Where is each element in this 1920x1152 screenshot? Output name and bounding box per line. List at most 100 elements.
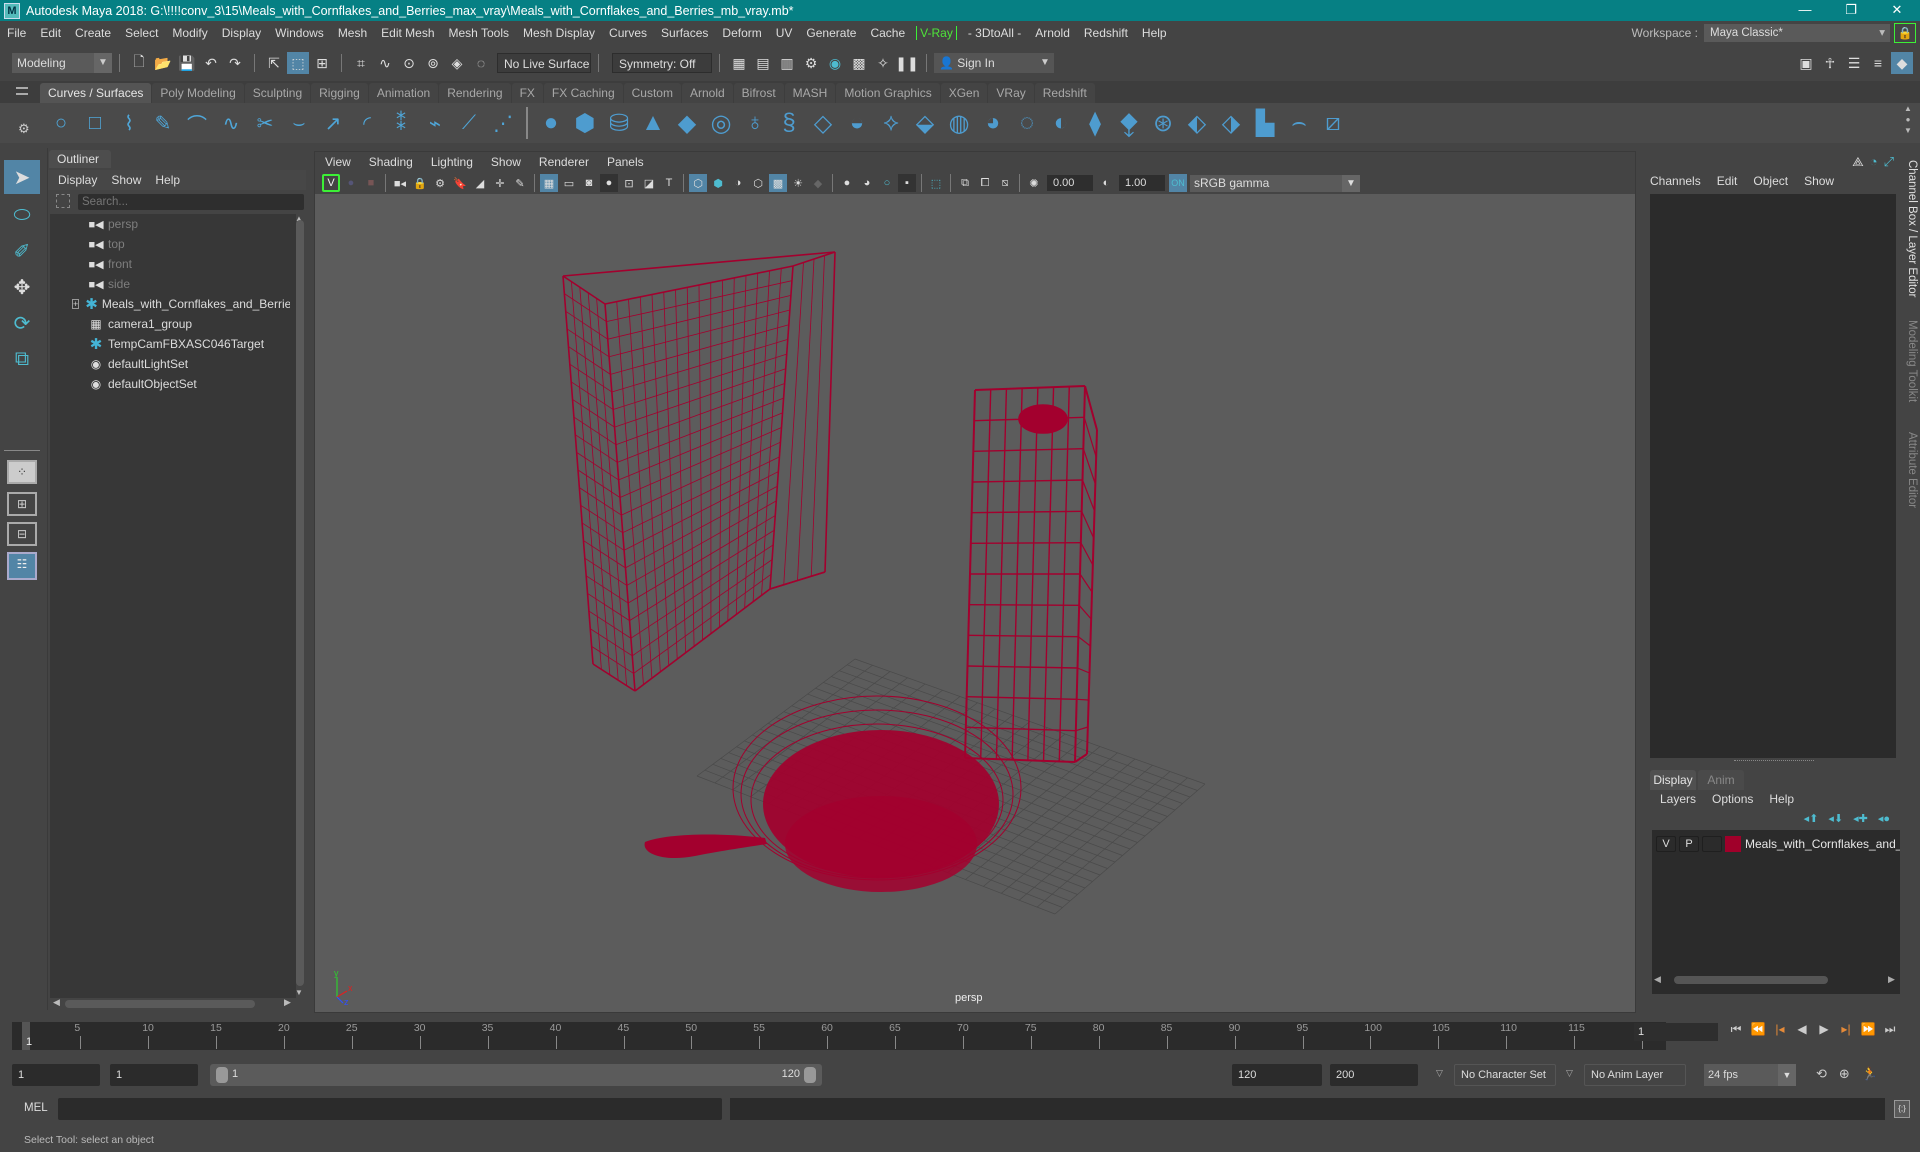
scroll-right-icon[interactable]: ▶ [284,997,291,1008]
minimize-button[interactable]: — [1782,0,1828,21]
nurbs-cube-icon[interactable]: ⬢ [569,107,601,139]
shelf-scroll[interactable]: ▲ ● ▼ [1902,103,1914,139]
menu-3dtoall[interactable]: - 3DtoAll - [961,26,1028,40]
layers-menu[interactable]: Layers [1660,792,1696,806]
attribute-editor-icon[interactable]: ☰ [1843,52,1865,74]
gate-mask-icon[interactable]: ● [600,174,618,192]
playback-end-field[interactable]: 120 [1232,1064,1322,1086]
menu-mesh[interactable]: Mesh [331,26,374,40]
open-scene-icon[interactable]: 📂 [152,52,174,74]
boolean-intersect-icon[interactable]: ⊛ [1147,107,1179,139]
rotate-tool-icon[interactable]: ⟳ [4,306,40,340]
snap-surface-icon[interactable]: ◈ [446,52,468,74]
maximize-button[interactable]: ❐ [1828,0,1874,21]
create-empty-layer-icon[interactable]: ◂✚ [1853,812,1868,825]
vray-stop-icon[interactable]: ■ [362,174,380,192]
loft-icon[interactable]: § [773,107,805,139]
modeling-toolkit-icon[interactable]: ▣ [1795,52,1817,74]
layer-help-menu[interactable]: Help [1769,792,1794,806]
wireframe-on-shaded-icon[interactable]: ⬡ [749,174,767,192]
save-scene-icon[interactable]: 💾 [176,52,198,74]
viewport-menu-panels[interactable]: Panels [607,155,644,169]
layer-horizontal-scrollbar[interactable] [1674,976,1828,984]
layer-tab-anim[interactable]: Anim [1698,770,1744,790]
hyperbolic-icon[interactable]: ⤢ [1884,154,1894,170]
outliner-item[interactable]: ✱ TempCamFBXASC046Target [50,334,290,354]
layer-name[interactable]: Meals_with_Cornflakes_and_Berries [1745,837,1920,851]
menu-edit-mesh[interactable]: Edit Mesh [374,26,441,40]
step-back-frame-icon[interactable]: |◂ [1770,1022,1790,1037]
nurbs-sphere-icon[interactable]: ● [535,107,567,139]
bookmark-icon[interactable]: 🔖 [451,174,469,192]
move-layer-up-icon[interactable]: ◂⬆ [1804,812,1819,825]
shadows-icon[interactable]: ◆ [809,174,827,192]
paint-select-tool-icon[interactable]: ✐ [4,234,40,268]
anti-aliasing-icon[interactable]: ○ [878,174,896,192]
safe-action-icon[interactable]: ◪ [640,174,658,192]
shelf-tab-rendering[interactable]: Rendering [439,83,511,103]
two-pane-layout-icon[interactable]: ⊟ [7,522,37,546]
wireframe-icon[interactable]: ⬡ [689,174,707,192]
outliner-search-input[interactable] [78,194,304,210]
sign-in-button[interactable]: 👤 Sign In ▼ [934,53,1054,73]
step-forward-frame-icon[interactable]: ▸| [1836,1022,1856,1037]
detach-surfaces-icon[interactable]: ⬗ [1215,107,1247,139]
render-sequence-icon[interactable]: ▤ [752,52,774,74]
menu-curves[interactable]: Curves [602,26,654,40]
rebuild-surface-icon[interactable]: ⧄ [1317,107,1349,139]
mel-command-input[interactable] [58,1098,722,1120]
play-backwards-icon[interactable]: ◀ [1792,1022,1812,1037]
channel-box-icon[interactable]: ◆ [1891,52,1913,74]
menu-mesh-tools[interactable]: Mesh Tools [442,26,516,40]
outliner-item[interactable]: ▦ camera1_group [50,314,290,334]
play-forwards-icon[interactable]: ▶ [1814,1022,1834,1037]
camera-lock-icon[interactable]: 🔒 [411,174,429,192]
outliner-vertical-scrollbar[interactable] [296,220,304,986]
safe-title-icon[interactable]: T [660,174,678,192]
new-scene-icon[interactable]: 🗋 [128,52,150,74]
script-language-toggle[interactable]: MEL [24,1102,48,1114]
select-camera-icon[interactable]: ■◂ [391,174,409,192]
side-tab-modeling-toolkit[interactable]: Modeling Toolkit [1902,320,1918,402]
shelf-tab-fx-caching[interactable]: FX Caching [543,83,623,103]
symmetry-dropdown[interactable]: Symmetry: Off [612,53,712,73]
select-tool-icon[interactable]: ➤ [4,160,40,194]
menu-edit[interactable]: Edit [33,26,68,40]
isolate-select-icon[interactable]: ⬚ [927,174,945,192]
scroll-right-icon[interactable]: ▶ [1888,974,1895,985]
render-current-frame-icon[interactable]: ▦ [728,52,750,74]
workspace-dropdown[interactable]: Maya Classic* [1704,24,1890,42]
outliner-menu-display[interactable]: Display [58,173,97,187]
arc-tool-icon[interactable]: ⌒ [181,107,213,139]
screen-space-ao-icon[interactable]: ● [838,174,856,192]
motion-blur-icon[interactable]: ◕ [858,174,876,192]
undo-icon[interactable]: ↶ [200,52,222,74]
field-chart-icon[interactable]: ⊡ [620,174,638,192]
nurbs-torus-icon[interactable]: ◎ [705,107,737,139]
outliner-item[interactable]: + ✱Meals_with_Cornflakes_and_Berries_max_… [50,294,290,314]
shelf-tab-sculpting[interactable]: Sculpting [244,83,311,103]
side-tab-attribute-editor[interactable]: Attribute Editor [1902,432,1918,508]
lock-icon[interactable]: 🔒 [1894,23,1916,43]
shelf-settings-icon[interactable]: ⚙ [18,121,30,137]
menu-help[interactable]: Help [1135,26,1174,40]
shelf-tab-rigging[interactable]: Rigging [311,83,368,103]
nurbs-plane-icon[interactable]: ◆ [671,107,703,139]
grid-icon[interactable]: ▦ [540,174,558,192]
ipr-render-icon[interactable]: ▥ [776,52,798,74]
viewport-menu-shading[interactable]: Shading [369,155,413,169]
outliner-menu-show[interactable]: Show [111,173,141,187]
four-pane-layout-icon[interactable]: ⊞ [7,492,37,516]
outliner-item[interactable]: ■◀ persp [50,214,290,234]
viewport-menu-view[interactable]: View [325,155,351,169]
resolution-gate-icon[interactable]: ◙ [580,174,598,192]
open-close-surface-icon[interactable]: ▙ [1249,107,1281,139]
snap-live-icon[interactable]: ◌ [470,52,492,74]
2d-pan-zoom-icon[interactable]: ✛ [491,174,509,192]
shelf-tab-fx[interactable]: FX [511,83,543,103]
shelf-tab-curves-surfaces[interactable]: Curves / Surfaces [40,83,152,103]
exposure-field[interactable]: 0.00 [1047,175,1093,191]
rebuild-curve-icon[interactable]: ⁑ [385,107,417,139]
menu-mesh-display[interactable]: Mesh Display [516,26,602,40]
channels-object-menu[interactable]: Object [1753,174,1788,188]
